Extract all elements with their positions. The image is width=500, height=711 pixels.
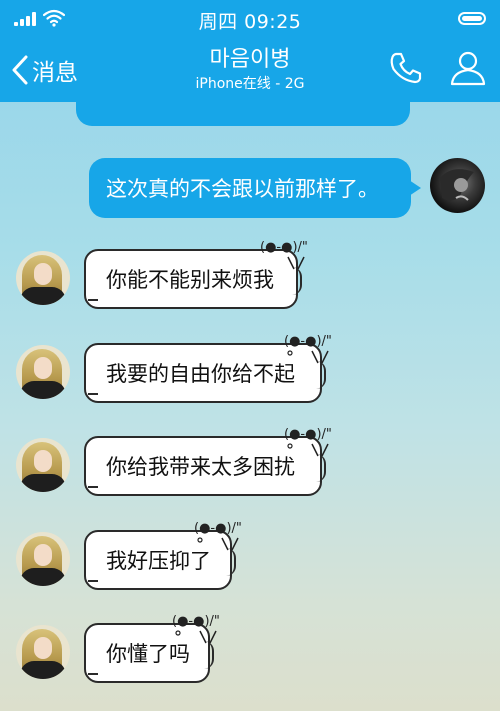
message-bubble-mine[interactable]: 这次真的不会跟以前那样了。 — [89, 158, 421, 218]
baymax-icon: (●-●)/" — [172, 614, 220, 644]
person-icon[interactable] — [448, 48, 488, 88]
message-row: 你能不能别来烦我 (●-●)/" — [0, 240, 500, 329]
contact-status: iPhone在线 - 2G — [195, 76, 305, 92]
title-block: 마음이병 iPhone在线 - 2G — [100, 46, 400, 93]
svg-text:(●-●)/": (●-●)/" — [284, 334, 332, 349]
chevron-left-icon — [12, 55, 28, 85]
status-time: 周四 09:25 — [198, 11, 302, 33]
contact-avatar[interactable] — [16, 345, 70, 399]
message-text: 我要的自由你给不起 — [106, 362, 295, 386]
chat-title: 마음이병 — [209, 47, 291, 72]
contact-avatar[interactable] — [16, 251, 70, 305]
message-text: 这次真的不会跟以前那样了。 — [106, 177, 379, 201]
message-text: 你给我带来太多困扰 — [106, 455, 295, 479]
svg-text:(●-●)/": (●-●)/" — [284, 427, 332, 442]
message-row: 你给我带来太多困扰 (●-●)/" — [0, 427, 500, 516]
svg-text:(●-●)/": (●-●)/" — [172, 614, 220, 629]
svg-text:(●-●)/": (●-●)/" — [260, 240, 308, 255]
nav-bar: 消息 마음이병 iPhone在线 - 2G — [0, 38, 500, 102]
contact-avatar[interactable] — [16, 532, 70, 586]
avatar-image — [440, 169, 474, 201]
message-row: 你懂了吗 (●-●)/" — [0, 614, 500, 703]
baymax-icon: (●-●)/" — [194, 521, 242, 551]
top-bar: 周四 09:25 消息 마음이병 iPhone在线 - 2G — [0, 0, 500, 102]
phone-icon[interactable] — [388, 50, 424, 86]
message-text: 你能不能别来烦我 — [106, 268, 274, 292]
baymax-icon: (●-●)/" — [284, 427, 332, 457]
message-row: 我好压抑了 (●-●)/" — [0, 521, 500, 610]
battery-icon — [458, 12, 486, 25]
message-row: 我要的自由你给不起 (●-●)/" — [0, 334, 500, 423]
contact-avatar[interactable] — [16, 625, 70, 679]
baymax-icon: (●-●)/" — [260, 240, 308, 270]
my-avatar[interactable] — [430, 158, 485, 213]
baymax-icon: (●-●)/" — [284, 334, 332, 364]
status-bar: 周四 09:25 — [0, 0, 500, 38]
chat-screen: 周四 09:25 消息 마음이병 iPhone在线 - 2G 这次真的不会跟以前… — [0, 0, 500, 711]
contact-avatar[interactable] — [16, 438, 70, 492]
svg-text:(●-●)/": (●-●)/" — [194, 521, 242, 536]
back-label: 消息 — [32, 60, 78, 86]
back-button[interactable]: 消息 — [10, 50, 78, 90]
